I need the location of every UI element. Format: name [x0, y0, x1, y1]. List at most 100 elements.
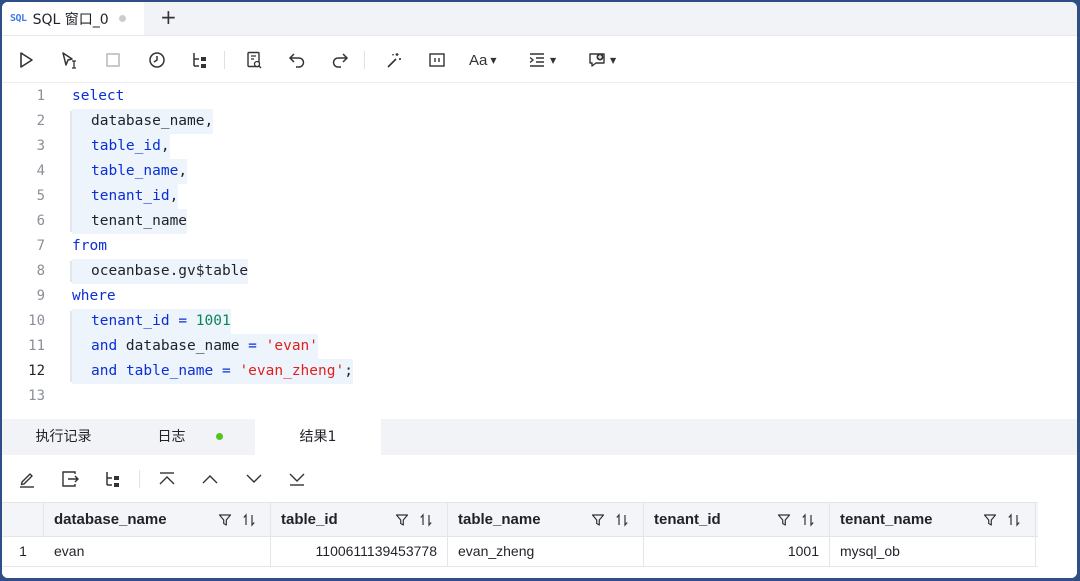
code-token: where — [72, 288, 116, 304]
line-number: 7 — [36, 238, 45, 254]
chevron-up-icon — [202, 475, 218, 484]
sort-icon[interactable] — [1007, 512, 1021, 527]
stop-button[interactable] — [101, 48, 125, 72]
table-cell[interactable]: 1100611139453778 — [271, 536, 448, 566]
code-token: tenant_id — [91, 188, 170, 204]
code-token: = — [248, 338, 257, 354]
plan-button[interactable] — [188, 48, 212, 72]
code-text: oceanbase.gv$table — [72, 259, 249, 284]
undo-button[interactable] — [285, 48, 309, 72]
tab-execution-history[interactable]: 执行记录 — [2, 419, 125, 455]
code-token: oceanbase.gv$table — [91, 263, 249, 279]
table-cell[interactable]: evan — [44, 536, 271, 566]
filter-icon[interactable] — [218, 513, 232, 527]
to-bottom-icon — [289, 473, 305, 486]
indent-guide — [70, 311, 72, 382]
run-button[interactable] — [14, 48, 38, 72]
tab-close-dot-icon[interactable] — [118, 15, 126, 22]
line-number: 11 — [28, 338, 45, 354]
edit-button[interactable] — [15, 467, 39, 491]
add-tab-button[interactable]: + — [160, 5, 177, 29]
run-selected-button[interactable] — [57, 48, 81, 72]
code-line: 9 where — [2, 284, 1077, 309]
code-token: from — [72, 238, 107, 254]
code-token: table_name — [125, 363, 214, 379]
editor-toolbar: Aa ▼ ▼ ▼ — [2, 36, 1077, 83]
column-header-tenant-id[interactable]: tenant_id — [644, 503, 830, 536]
code-token: and — [91, 363, 118, 379]
code-text: table_id, — [72, 134, 170, 159]
indent-icon — [529, 53, 544, 67]
tab-sql-window-0[interactable]: SQL SQL 窗口_0 — [2, 2, 144, 35]
code-token: 'evan' — [265, 338, 319, 354]
table-row[interactable]: 1 evan 1100611139453778 evan_zheng 1001 mysql… — [2, 536, 1038, 567]
comment-add-icon — [589, 53, 605, 67]
last-row-button[interactable] — [285, 467, 309, 491]
sort-icon[interactable] — [615, 512, 629, 527]
code-line: 5 tenant_id, — [2, 184, 1077, 209]
filter-icon[interactable] — [777, 513, 791, 527]
format-sql-button[interactable] — [242, 48, 266, 72]
magic-wand-button[interactable] — [382, 48, 406, 72]
code-line: 4 table_name, — [2, 159, 1077, 184]
tab-title: SQL 窗口_0 — [32, 11, 109, 28]
tab-log[interactable]: 日志 — [125, 419, 255, 455]
previous-row-button[interactable] — [198, 467, 222, 491]
code-token: database_name, — [91, 113, 214, 129]
filter-icon[interactable] — [591, 513, 605, 527]
code-token: tenant_id — [91, 313, 170, 329]
column-header-actions — [777, 503, 815, 536]
next-row-button[interactable] — [242, 467, 266, 491]
stop-icon — [106, 53, 120, 67]
redo-button[interactable] — [328, 48, 352, 72]
code-token: tenant_name — [91, 213, 188, 229]
code-token: database_name — [117, 338, 249, 354]
code-line: 10 tenant_id = 1001 — [2, 309, 1077, 334]
code-line: 8 oceanbase.gv$table — [2, 259, 1077, 284]
tab-label: 结果1 — [299, 429, 337, 445]
indent-dropdown[interactable]: ▼ — [527, 48, 567, 72]
tree-icon — [193, 53, 206, 68]
sort-icon[interactable] — [801, 512, 815, 527]
snippet-dropdown[interactable]: ▼ — [587, 48, 627, 72]
column-header-table-name[interactable]: table_name — [448, 503, 644, 536]
line-number: 10 — [28, 313, 45, 329]
code-text: table_name, — [72, 159, 188, 184]
export-button[interactable] — [58, 467, 82, 491]
history-button[interactable] — [145, 48, 169, 72]
table-cell[interactable]: evan_zheng — [448, 536, 644, 566]
split-view-button[interactable] — [425, 48, 449, 72]
sort-icon[interactable] — [419, 512, 433, 527]
code-line: 11 and database_name = 'evan' — [2, 334, 1077, 359]
column-header-database-name[interactable]: database_name — [44, 503, 271, 536]
caret-down-icon: ▼ — [490, 55, 497, 65]
code-text: tenant_id = 1001 — [72, 309, 231, 334]
tree-icon — [106, 472, 119, 487]
sql-editor[interactable]: 1 select 2 database_name, 3 table_id, 4 table_n… — [2, 83, 1077, 419]
column-header-label: table_name — [458, 511, 541, 528]
column-header-tenant-name[interactable]: tenant_name — [830, 503, 1036, 536]
column-header-table-id[interactable]: table_id — [271, 503, 448, 536]
sort-icon[interactable] — [242, 512, 256, 527]
grid-header: database_name table_id table_name tenant_id… — [2, 502, 1038, 537]
font-size-dropdown[interactable]: Aa ▼ — [469, 48, 509, 72]
redo-icon — [332, 53, 349, 68]
result-plan-button[interactable] — [101, 467, 125, 491]
code-line: 3 table_id, — [2, 134, 1077, 159]
code-token: , — [169, 188, 179, 204]
table-cell[interactable]: 1001 — [644, 536, 830, 566]
tab-result-1[interactable]: 结果1 — [255, 419, 381, 455]
code-token: 'evan_zheng' — [239, 363, 345, 379]
export-icon — [62, 471, 79, 487]
filter-icon[interactable] — [395, 513, 409, 527]
first-row-button[interactable] — [155, 467, 179, 491]
code-line: 13 — [2, 384, 1077, 409]
code-line: 12 and table_name = 'evan_zheng'; — [2, 359, 1077, 384]
table-cell[interactable]: mysql_ob — [830, 536, 1036, 566]
code-text: and table_name = 'evan_zheng'; — [72, 359, 353, 384]
code-token: = — [178, 313, 188, 329]
line-number: 5 — [36, 188, 45, 204]
filter-icon[interactable] — [983, 513, 997, 527]
